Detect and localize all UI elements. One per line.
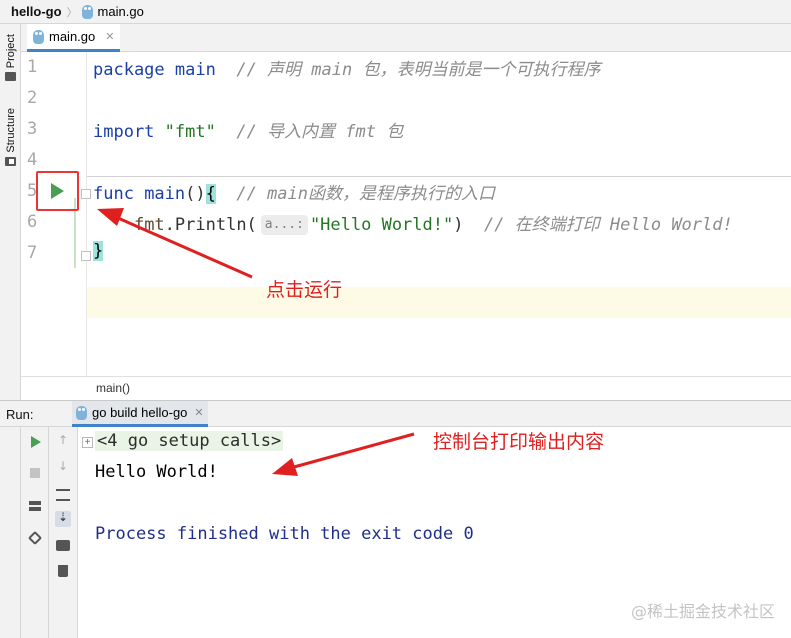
arrow-up-icon[interactable]: ↑ <box>58 433 68 447</box>
watermark: @稀土掘金技术社区 <box>630 602 775 621</box>
annotation-run: 点击运行 <box>266 279 343 301</box>
console-toolbar: ↑ ↓ <box>49 427 78 638</box>
expand-icon[interactable]: + <box>82 437 93 448</box>
run-config-tab[interactable]: go build hello-go ✕ <box>72 401 208 427</box>
close-tab-icon[interactable]: ✕ <box>194 406 203 419</box>
line-number: 4 <box>27 150 38 170</box>
code-line-3: import "fmt" // 导入内置 fmt 包 <box>93 122 404 142</box>
navigation-breadcrumb: hello-go 〉 main.go <box>0 0 791 24</box>
breadcrumb-file[interactable]: main.go <box>98 4 144 19</box>
run-toolbar <box>21 427 49 638</box>
project-tab-label: Project <box>4 34 17 69</box>
pin-icon[interactable] <box>27 530 43 546</box>
console-setup-line[interactable]: <4 go setup calls> <box>95 431 284 451</box>
trash-icon[interactable] <box>58 565 68 577</box>
tab-main-go[interactable]: main.go ✕ <box>27 24 121 52</box>
parameter-hint: a...: <box>260 215 308 235</box>
folder-icon <box>5 72 16 82</box>
run-icon <box>51 183 64 199</box>
run-tab-label: go build hello-go <box>92 405 188 420</box>
structure-icon <box>5 156 16 166</box>
line-number: 7 <box>27 243 38 263</box>
print-icon[interactable] <box>56 540 70 551</box>
console-output-line: Hello World! <box>95 462 218 482</box>
line-number: 3 <box>27 119 38 139</box>
left-toolwindow-strip: Project Structure <box>0 24 21 404</box>
code-line-5: func main(){ // main函数，是程序执行的入口 <box>93 184 496 204</box>
go-file-icon <box>76 405 87 420</box>
breadcrumb-project[interactable]: hello-go <box>11 4 62 19</box>
left-toolwindow-strip-lower <box>0 427 21 638</box>
close-tab-icon[interactable]: ✕ <box>105 30 114 43</box>
code-line-6: fmt.Println(a...: "Hello World!") // 在终端打… <box>133 215 733 235</box>
code-area[interactable]: package main // 声明 main 包，表明当前是一个可执行程序 i… <box>93 52 791 376</box>
matched-brace: } <box>93 241 104 261</box>
run-panel-header: Run: go build hello-go ✕ <box>0 400 791 427</box>
fold-marker-icon[interactable] <box>81 251 91 261</box>
run-gutter-button[interactable] <box>36 171 79 211</box>
breadcrumb-separator-icon: 〉 <box>66 6 78 19</box>
rerun-icon[interactable] <box>31 436 41 448</box>
annotation-console: 控制台打印输出内容 <box>433 431 605 453</box>
layout-icon[interactable] <box>29 501 41 511</box>
stop-icon[interactable] <box>30 468 40 478</box>
function-crumb[interactable]: main() <box>96 381 130 395</box>
matched-brace: { <box>205 184 216 204</box>
editor-breadcrumb: main() <box>21 376 791 400</box>
editor-gutter: 1 2 3 4 5 6 7 <box>21 52 91 376</box>
console-exit-line: Process finished with the exit code 0 <box>95 524 474 544</box>
tab-label: main.go <box>49 29 96 44</box>
line-number: 2 <box>27 88 38 108</box>
run-label: Run: <box>6 407 34 422</box>
line-number: 1 <box>27 57 38 77</box>
structure-tab-label: Structure <box>4 108 17 153</box>
go-file-icon <box>81 4 93 19</box>
scroll-to-end-icon[interactable] <box>55 510 71 527</box>
code-line-1: package main // 声明 main 包，表明当前是一个可执行程序 <box>93 60 601 80</box>
code-line-7: } <box>93 241 104 272</box>
project-toolwindow-tab[interactable]: Project <box>0 34 21 82</box>
go-file-icon <box>33 29 44 44</box>
arrow-down-icon[interactable]: ↓ <box>58 459 68 473</box>
code-editor[interactable]: 1 2 3 4 5 6 7 package main // 声明 main 包，… <box>21 52 791 376</box>
editor-tab-bar: main.go ✕ <box>21 24 791 52</box>
fold-marker-icon[interactable] <box>81 189 91 199</box>
line-number: 6 <box>27 212 38 232</box>
soft-wrap-icon[interactable] <box>56 489 70 501</box>
structure-toolwindow-tab[interactable]: Structure <box>0 108 21 166</box>
